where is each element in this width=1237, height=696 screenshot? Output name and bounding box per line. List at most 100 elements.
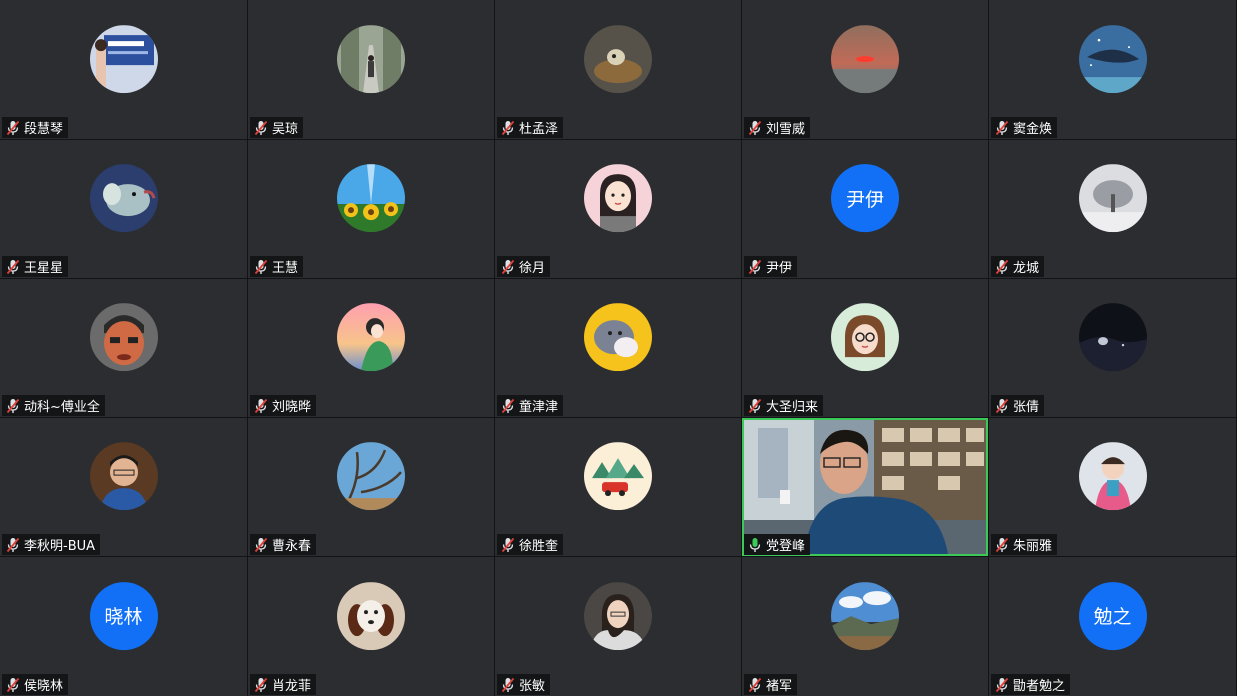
participant-name: 童津津 (519, 400, 559, 415)
participant-tile[interactable]: 刘雪威 (742, 0, 988, 139)
microphone-muted-icon[interactable] (253, 537, 269, 553)
participant-tile[interactable]: 童津津 (495, 279, 741, 417)
participant-name: 刘雪威 (766, 122, 806, 137)
participant-name-tag: 王慧 (250, 256, 304, 277)
microphone-muted-icon[interactable] (253, 677, 269, 693)
microphone-muted-icon[interactable] (253, 120, 269, 136)
participant-tile[interactable]: 杜孟泽 (495, 0, 741, 139)
participant-name-tag: 吴琼 (250, 117, 304, 138)
participant-name: 动科~傅业全 (24, 400, 100, 415)
participant-name-tag: 徐月 (497, 256, 551, 277)
participant-tile[interactable]: 勉之 勖者勉之 (989, 557, 1236, 696)
microphone-muted-icon[interactable] (253, 398, 269, 414)
participant-tile[interactable]: 徐胜奎 (495, 418, 741, 556)
microphone-muted-icon[interactable] (994, 677, 1010, 693)
participant-name: 大圣归来 (766, 400, 819, 415)
avatar-initials: 晓林 (89, 581, 158, 650)
participant-name-tag: 张倩 (991, 395, 1045, 416)
participant-tile[interactable]: 刘晓晔 (248, 279, 494, 417)
participant-name: 杜孟泽 (519, 122, 559, 137)
avatar (89, 442, 158, 511)
participant-name: 吴琼 (272, 122, 299, 137)
participant-name: 朱丽雅 (1013, 539, 1053, 554)
participant-name-tag: 尹伊 (744, 256, 798, 277)
participant-name-tag: 龙城 (991, 256, 1045, 277)
participant-name-tag: 党登峰 (744, 534, 811, 555)
microphone-muted-icon[interactable] (253, 259, 269, 275)
avatar (584, 24, 652, 93)
participant-name-tag: 杜孟泽 (497, 117, 564, 138)
participant-tile[interactable]: 龙城 (989, 140, 1236, 278)
participant-name: 刘晓晔 (272, 400, 312, 415)
avatar (1078, 303, 1147, 372)
participant-tile[interactable]: 晓林侯晓林 (0, 557, 247, 696)
participant-tile[interactable]: 张倩 (989, 279, 1236, 417)
participant-tile[interactable]: 王慧 (248, 140, 494, 278)
participant-tile[interactable]: 张敏 (495, 557, 741, 696)
microphone-muted-icon[interactable] (500, 398, 516, 414)
microphone-muted-icon[interactable] (5, 398, 21, 414)
participant-name-tag: 大圣归来 (744, 395, 824, 416)
avatar (337, 164, 405, 233)
participant-tile[interactable]: 朱丽雅 (989, 418, 1236, 556)
avatar (831, 24, 899, 93)
participant-tile[interactable]: 吴琼 (248, 0, 494, 139)
microphone-muted-icon[interactable] (5, 120, 21, 136)
participant-tile[interactable]: 徐月 (495, 140, 741, 278)
microphone-muted-icon[interactable] (500, 537, 516, 553)
participant-name-tag: 曹永春 (250, 534, 317, 555)
participant-name-tag: 侯晓林 (2, 674, 69, 695)
participant-tile[interactable]: 窦金焕 (989, 0, 1236, 139)
participant-name-tag: 刘雪威 (744, 117, 811, 138)
participant-name: 龙城 (1013, 261, 1040, 276)
participant-name-tag: 窦金焕 (991, 117, 1058, 138)
participant-name-tag: 刘晓晔 (250, 395, 317, 416)
avatar (1078, 164, 1147, 233)
microphone-muted-icon[interactable] (747, 259, 763, 275)
participant-tile[interactable]: 李秋明-BUA (0, 418, 247, 556)
avatar (1078, 24, 1147, 93)
avatar-initials: 尹伊 (831, 164, 899, 233)
microphone-muted-icon[interactable] (747, 120, 763, 136)
participant-name-tag: 王星星 (2, 256, 69, 277)
participant-name: 张敏 (519, 679, 546, 694)
avatar (584, 164, 652, 233)
avatar (337, 24, 405, 93)
participant-tile[interactable]: 动科~傅业全 (0, 279, 247, 417)
avatar (584, 303, 652, 372)
avatar (89, 24, 158, 93)
microphone-muted-icon[interactable] (994, 259, 1010, 275)
microphone-muted-icon[interactable] (747, 398, 763, 414)
avatar-initials: 勉之 (1078, 581, 1147, 650)
participant-tile[interactable]: 曹永春 (248, 418, 494, 556)
microphone-muted-icon[interactable] (500, 259, 516, 275)
microphone-muted-icon[interactable] (5, 537, 21, 553)
participant-tile[interactable]: 尹伊 尹伊 (742, 140, 988, 278)
participant-tile[interactable]: 王星星 (0, 140, 247, 278)
participant-name: 王慧 (272, 261, 299, 276)
microphone-muted-icon[interactable] (994, 120, 1010, 136)
participant-name: 党登峰 (766, 539, 806, 554)
participant-tile[interactable]: 大圣归来 (742, 279, 988, 417)
participant-name-tag: 童津津 (497, 395, 564, 416)
microphone-muted-icon[interactable] (500, 677, 516, 693)
participant-name: 窦金焕 (1013, 122, 1053, 137)
avatar (337, 581, 405, 650)
microphone-muted-icon[interactable] (5, 259, 21, 275)
participant-tile-video[interactable]: 党登峰 (742, 418, 988, 556)
microphone-muted-icon[interactable] (994, 537, 1010, 553)
microphone-muted-icon[interactable] (747, 677, 763, 693)
avatar (89, 164, 158, 233)
participant-name: 李秋明-BUA (24, 539, 96, 554)
microphone-muted-icon[interactable] (5, 677, 21, 693)
microphone-muted-icon[interactable] (994, 398, 1010, 414)
microphone-icon[interactable] (747, 537, 763, 553)
participant-tile[interactable]: 肖龙菲 (248, 557, 494, 696)
participant-grid: 段慧琴 吴琼 杜孟泽 刘雪威 窦金焕 王星星 王慧 徐月 尹伊 尹伊 龙城 动科~… (0, 0, 1237, 696)
participant-tile[interactable]: 褚军 (742, 557, 988, 696)
participant-name-tag: 李秋明-BUA (2, 534, 101, 555)
microphone-muted-icon[interactable] (500, 120, 516, 136)
participant-tile[interactable]: 段慧琴 (0, 0, 247, 139)
participant-name: 王星星 (24, 261, 64, 276)
avatar (89, 303, 158, 372)
